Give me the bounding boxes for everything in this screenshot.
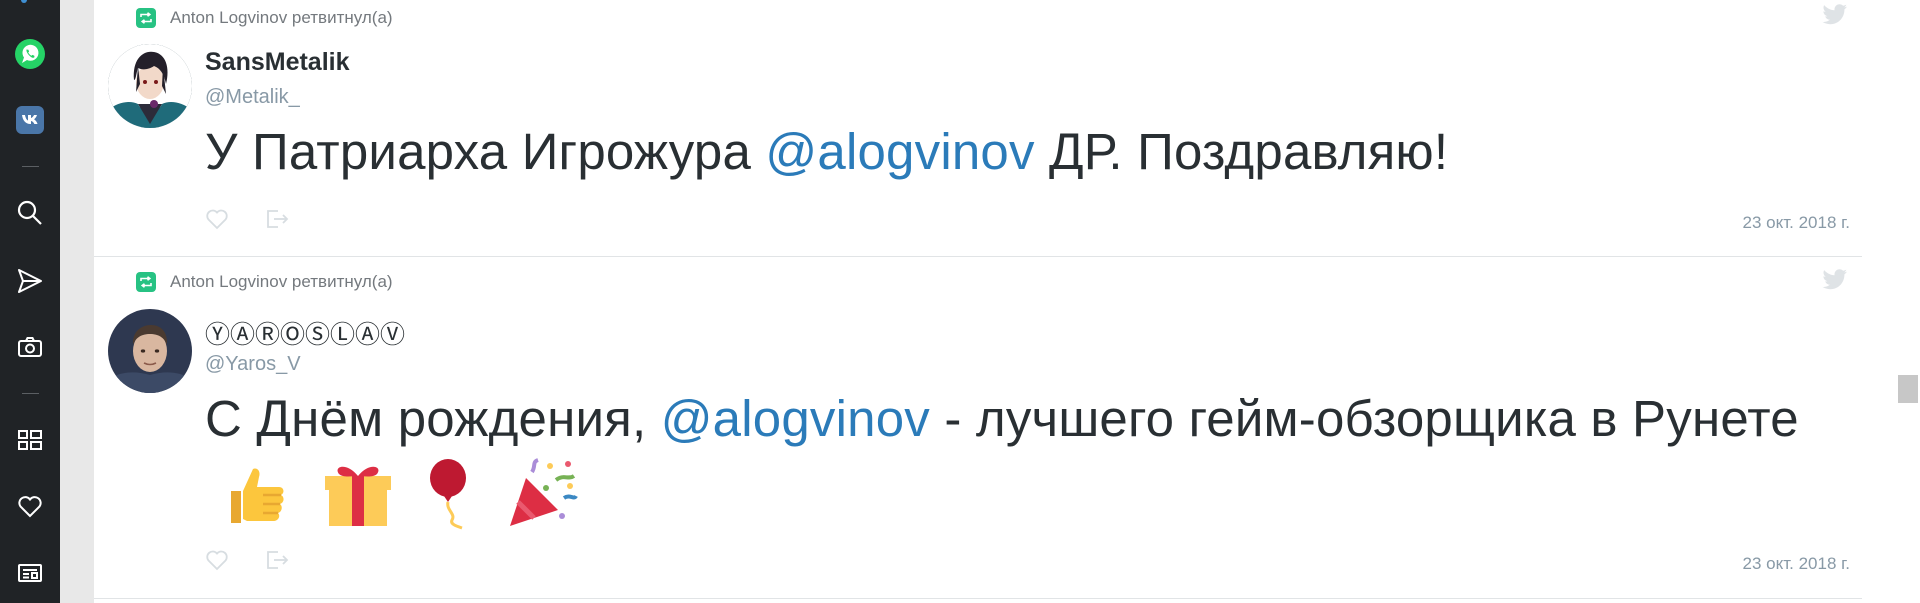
sidebar-item-apps[interactable] [13, 423, 47, 457]
sidebar-item-camera[interactable] [13, 330, 47, 364]
retweet-label: Anton Logvinov ретвитнул(а) [170, 272, 393, 291]
send-icon [18, 269, 42, 293]
app-window: Anton Logvinov ретвитнул(а) SansMetalik … [0, 0, 1920, 603]
tweet-date[interactable]: 23 окт. 2018 г. [1743, 213, 1850, 233]
retweet-label: Anton Logvinov ретвитнул(а) [170, 8, 393, 27]
retweet-indicator: Anton Logvinov ретвитнул(а) [136, 8, 393, 28]
tweet-text-part: У Патриарха Игрожура [205, 123, 766, 180]
sidebar-item-send[interactable] [13, 264, 47, 298]
thumbs-up-emoji [223, 461, 289, 549]
avatar[interactable] [108, 44, 192, 128]
tweet-feed: Anton Logvinov ретвитнул(а) SansMetalik … [94, 0, 1864, 603]
share-button[interactable] [264, 207, 290, 231]
tweet-card[interactable]: Anton Logvinov ретвитнул(а) ⓎⒶⓇⓄⓈⓁⒶⓋ @Ya… [94, 257, 1864, 599]
avatar[interactable] [108, 309, 192, 393]
sidebar-divider [22, 393, 39, 394]
retweet-icon [136, 8, 156, 28]
tweet-text-part: ДР. Поздравляю! [1034, 123, 1449, 180]
like-button[interactable] [204, 548, 230, 572]
gift-emoji [323, 460, 393, 550]
author-name[interactable]: SansMetalik [205, 48, 350, 77]
like-button[interactable] [204, 207, 230, 231]
sidebar-item-vk[interactable] [13, 103, 47, 137]
scrollbar-thumb[interactable] [1898, 375, 1918, 403]
camera-icon [18, 337, 42, 357]
sidebar-item-search[interactable] [13, 196, 47, 230]
author-name[interactable]: ⓎⒶⓇⓄⓈⓁⒶⓋ [205, 315, 405, 351]
tweet-date[interactable]: 23 окт. 2018 г. [1743, 554, 1850, 574]
tweet-text: У Патриарха Игрожура @alogvinov ДР. Позд… [205, 113, 1805, 191]
balloon-emoji [428, 458, 472, 552]
mention-link[interactable]: @alogvinov [661, 390, 930, 447]
search-icon [17, 200, 42, 225]
tweet-text-part: - лучшего гейм-обзорщика в Рунете [929, 390, 1799, 447]
scrollbar[interactable] [1862, 0, 1920, 603]
author-handle[interactable]: @Yaros_V [205, 353, 301, 376]
twitter-bird-icon[interactable] [1822, 4, 1848, 26]
sidebar-divider [22, 166, 39, 167]
left-sidebar [0, 0, 60, 603]
tweet-text: С Днём рождения, @alogvinov - лучшего ге… [205, 380, 1805, 552]
news-icon [18, 564, 42, 582]
author-handle[interactable]: @Metalik_ [205, 86, 300, 109]
sidebar-item-news[interactable] [13, 556, 47, 590]
active-indicator [21, 0, 27, 3]
vk-icon [16, 106, 44, 134]
tweet-text-part: С Днём рождения, [205, 390, 661, 447]
apps-grid-icon [18, 430, 42, 450]
mention-link[interactable]: @alogvinov [765, 123, 1034, 180]
twitter-bird-icon[interactable] [1822, 269, 1848, 291]
party-popper-emoji [506, 458, 578, 552]
sidebar-item-whatsapp[interactable] [13, 37, 47, 71]
tweet-card[interactable]: Anton Logvinov ретвитнул(а) SansMetalik … [94, 0, 1864, 257]
share-button[interactable] [264, 548, 290, 572]
sidebar-item-favorites[interactable] [13, 489, 47, 523]
whatsapp-icon [15, 39, 45, 69]
retweet-indicator: Anton Logvinov ретвитнул(а) [136, 272, 393, 292]
retweet-icon [136, 272, 156, 292]
heart-icon [18, 496, 42, 518]
